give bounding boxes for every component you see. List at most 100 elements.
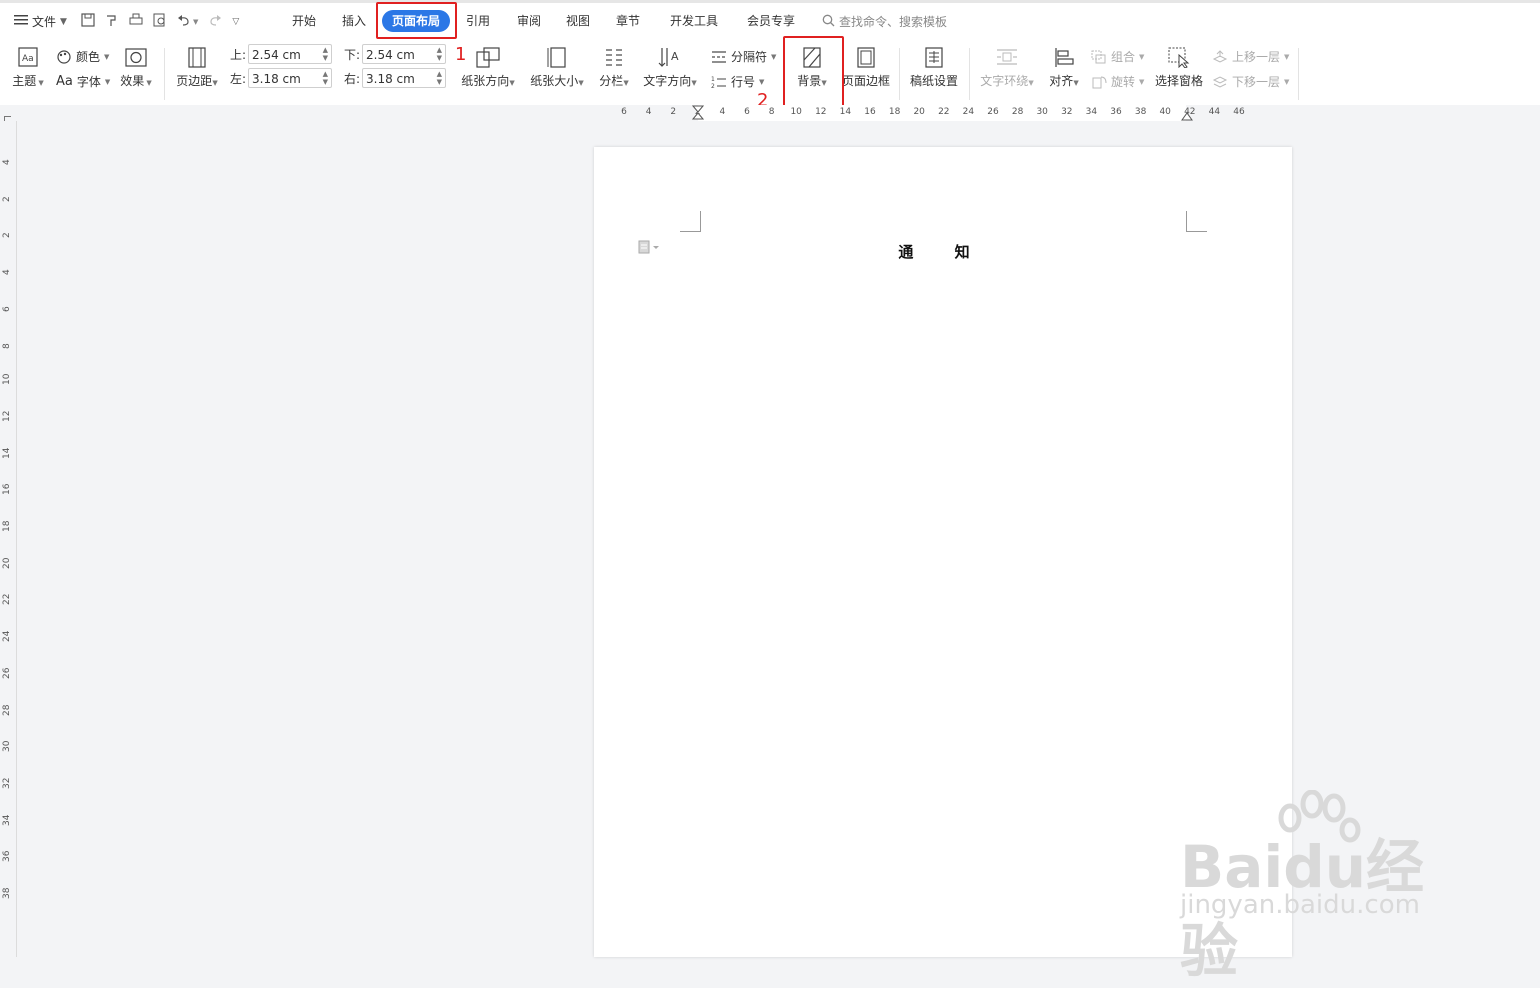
undo-icon[interactable] — [177, 13, 191, 30]
bring-forward-button[interactable]: 上移一层 ▼ — [1212, 48, 1289, 65]
right-indent-marker-icon[interactable] — [1181, 110, 1193, 121]
undo-dropdown-icon[interactable]: ▼ — [193, 18, 198, 26]
ruler-tick: 20 — [913, 107, 925, 117]
text-wrap-label: 文字环绕 — [980, 74, 1029, 88]
ruler-tick: 10 — [2, 373, 12, 386]
align-label: 对齐 — [1049, 74, 1074, 88]
file-menu[interactable]: 文件 — [32, 13, 56, 30]
chevron-down-icon[interactable]: ▼ — [60, 17, 67, 27]
ruler-tick: 44 — [1208, 107, 1221, 117]
ruler-tick: 32 — [2, 777, 12, 789]
divider — [899, 48, 900, 100]
document-title[interactable]: 通 知 — [594, 241, 1292, 262]
svg-text:A: A — [671, 50, 679, 63]
spinner-icon[interactable]: ▲ ▼ — [323, 46, 328, 62]
tab-member[interactable]: 会员专享 — [747, 10, 795, 32]
ruler-tick: 2 — [2, 232, 12, 239]
highlight-page-layout-tab — [376, 2, 457, 39]
ruler-tick: 28 — [2, 704, 12, 716]
hamburger-icon[interactable] — [14, 14, 28, 29]
align-button[interactable]: 对齐▼ — [1045, 46, 1083, 89]
ruler-tick: 40 — [1159, 107, 1171, 117]
effect-button[interactable]: 效果 ▼ — [117, 46, 155, 89]
ruler-tick: 20 — [2, 557, 12, 569]
ruler-tick: 34 — [1085, 107, 1098, 117]
indent-marker-icon[interactable] — [692, 105, 704, 121]
tab-insert[interactable]: 插入 — [342, 10, 366, 32]
manuscript-button[interactable]: 稿纸设置 — [906, 46, 962, 89]
send-backward-label: 下移一层 — [1232, 75, 1281, 89]
ruler-tick: 36 — [2, 850, 12, 863]
line-number-button[interactable]: 12 行号 ▼ — [711, 73, 764, 90]
paper-size-button[interactable]: 纸张大小▼ — [527, 46, 587, 89]
tab-review[interactable]: 审阅 — [517, 10, 541, 32]
tab-chapter[interactable]: 章节 — [616, 10, 640, 32]
page-border-button[interactable]: 页面边框 — [840, 46, 892, 89]
ruler-tick: 34 — [2, 814, 12, 826]
palette-icon — [57, 49, 71, 64]
effect-icon — [125, 48, 147, 67]
print-icon[interactable] — [129, 13, 143, 30]
selection-pane-button[interactable]: 选择窗格 — [1153, 46, 1205, 89]
separator-button[interactable]: 分隔符 ▼ — [711, 48, 776, 65]
margin-bottom-input[interactable]: 2.54 cm ▲ ▼ — [362, 44, 446, 64]
spinner-icon[interactable]: ▲ ▼ — [437, 46, 442, 62]
command-search[interactable]: 查找命令、搜索模板 — [822, 13, 947, 30]
selection-pane-label: 选择窗格 — [1154, 74, 1203, 88]
tab-references[interactable]: 引用 — [466, 10, 490, 32]
tab-home[interactable]: 开始 — [292, 10, 316, 32]
columns-button[interactable]: 分栏▼ — [596, 46, 632, 89]
line-number-icon: 12 — [711, 76, 726, 89]
tab-view[interactable]: 视图 — [566, 10, 590, 32]
group-label: 组合 — [1111, 50, 1136, 64]
redo-icon[interactable] — [208, 13, 222, 30]
font-label: 字体 — [76, 75, 101, 89]
ruler-tick: 22 — [2, 593, 12, 606]
ruler-tick: 28 — [1011, 107, 1024, 117]
group-icon — [1091, 50, 1106, 63]
baidu-watermark: Baidu经验 jingyan.baidu.com — [1180, 790, 1480, 985]
color-button[interactable]: 颜色 ▼ — [56, 48, 109, 65]
ruler-tick: 26 — [987, 107, 999, 117]
top-strip — [0, 0, 1540, 3]
group-button[interactable]: 组合 ▼ — [1091, 48, 1144, 65]
text-direction-button[interactable]: A 文字方向▼ — [640, 46, 700, 89]
rotate-button[interactable]: 旋转 ▼ — [1091, 73, 1144, 90]
selection-pane-icon — [1168, 47, 1190, 68]
tab-developer[interactable]: 开发工具 — [670, 10, 718, 32]
horizontal-ruler[interactable]: 6422468101214161820222426283032343638404… — [0, 105, 1540, 121]
columns-label: 分栏 — [599, 74, 624, 88]
margin-left-input[interactable]: 3.18 cm ▲ ▼ — [248, 68, 332, 88]
ruler-tick: 18 — [888, 107, 901, 117]
page-border-icon — [857, 47, 875, 68]
theme-button[interactable]: Aa 主题 ▼ — [10, 46, 46, 89]
search-placeholder: 查找命令、搜索模板 — [839, 15, 948, 29]
orientation-button[interactable]: 纸张方向▼ — [458, 46, 518, 89]
print-preview-icon[interactable] — [153, 13, 167, 30]
margin-top-input[interactable]: 2.54 cm ▲ ▼ — [248, 44, 332, 64]
margins-button[interactable]: 页边距▼ — [172, 46, 222, 89]
bring-forward-label: 上移一层 — [1232, 50, 1281, 64]
font-button[interactable]: Aa 字体 ▼ — [56, 73, 110, 90]
ruler-tick: 26 — [2, 667, 12, 679]
margin-top-label: 上: — [230, 47, 247, 62]
vertical-ruler[interactable]: 4 2 2 4 6 8 10 12 14 16 18 20 22 24 26 28 30 32 34 36 38 — [0, 121, 17, 957]
page-border-label: 页面边框 — [841, 74, 890, 88]
send-backward-button[interactable]: 下移一层 ▼ — [1212, 73, 1289, 90]
divider — [969, 48, 970, 100]
customize-qat-icon[interactable]: ▽ — [232, 17, 239, 27]
step-1-label: 1 — [455, 44, 467, 65]
bring-forward-icon — [1212, 49, 1228, 63]
ruler-tick: 24 — [2, 630, 12, 643]
ribbon: Aa 主题 ▼ 颜色 ▼ Aa 字体 ▼ 效果 ▼ 页边距▼ 上: 2.54 cm ▲… — [0, 42, 1540, 106]
manuscript-icon — [925, 47, 943, 68]
spinner-icon[interactable]: ▲ ▼ — [323, 70, 328, 86]
save-icon[interactable] — [81, 13, 95, 30]
search-icon — [822, 14, 835, 30]
margin-right-input[interactable]: 3.18 cm ▲ ▼ — [362, 68, 446, 88]
spinner-icon[interactable]: ▲ ▼ — [437, 70, 442, 86]
text-wrap-button[interactable]: 文字环绕▼ — [977, 46, 1037, 89]
divider — [164, 48, 165, 100]
format-painter-icon[interactable] — [105, 13, 119, 30]
ruler-tick: 4 — [2, 159, 12, 165]
